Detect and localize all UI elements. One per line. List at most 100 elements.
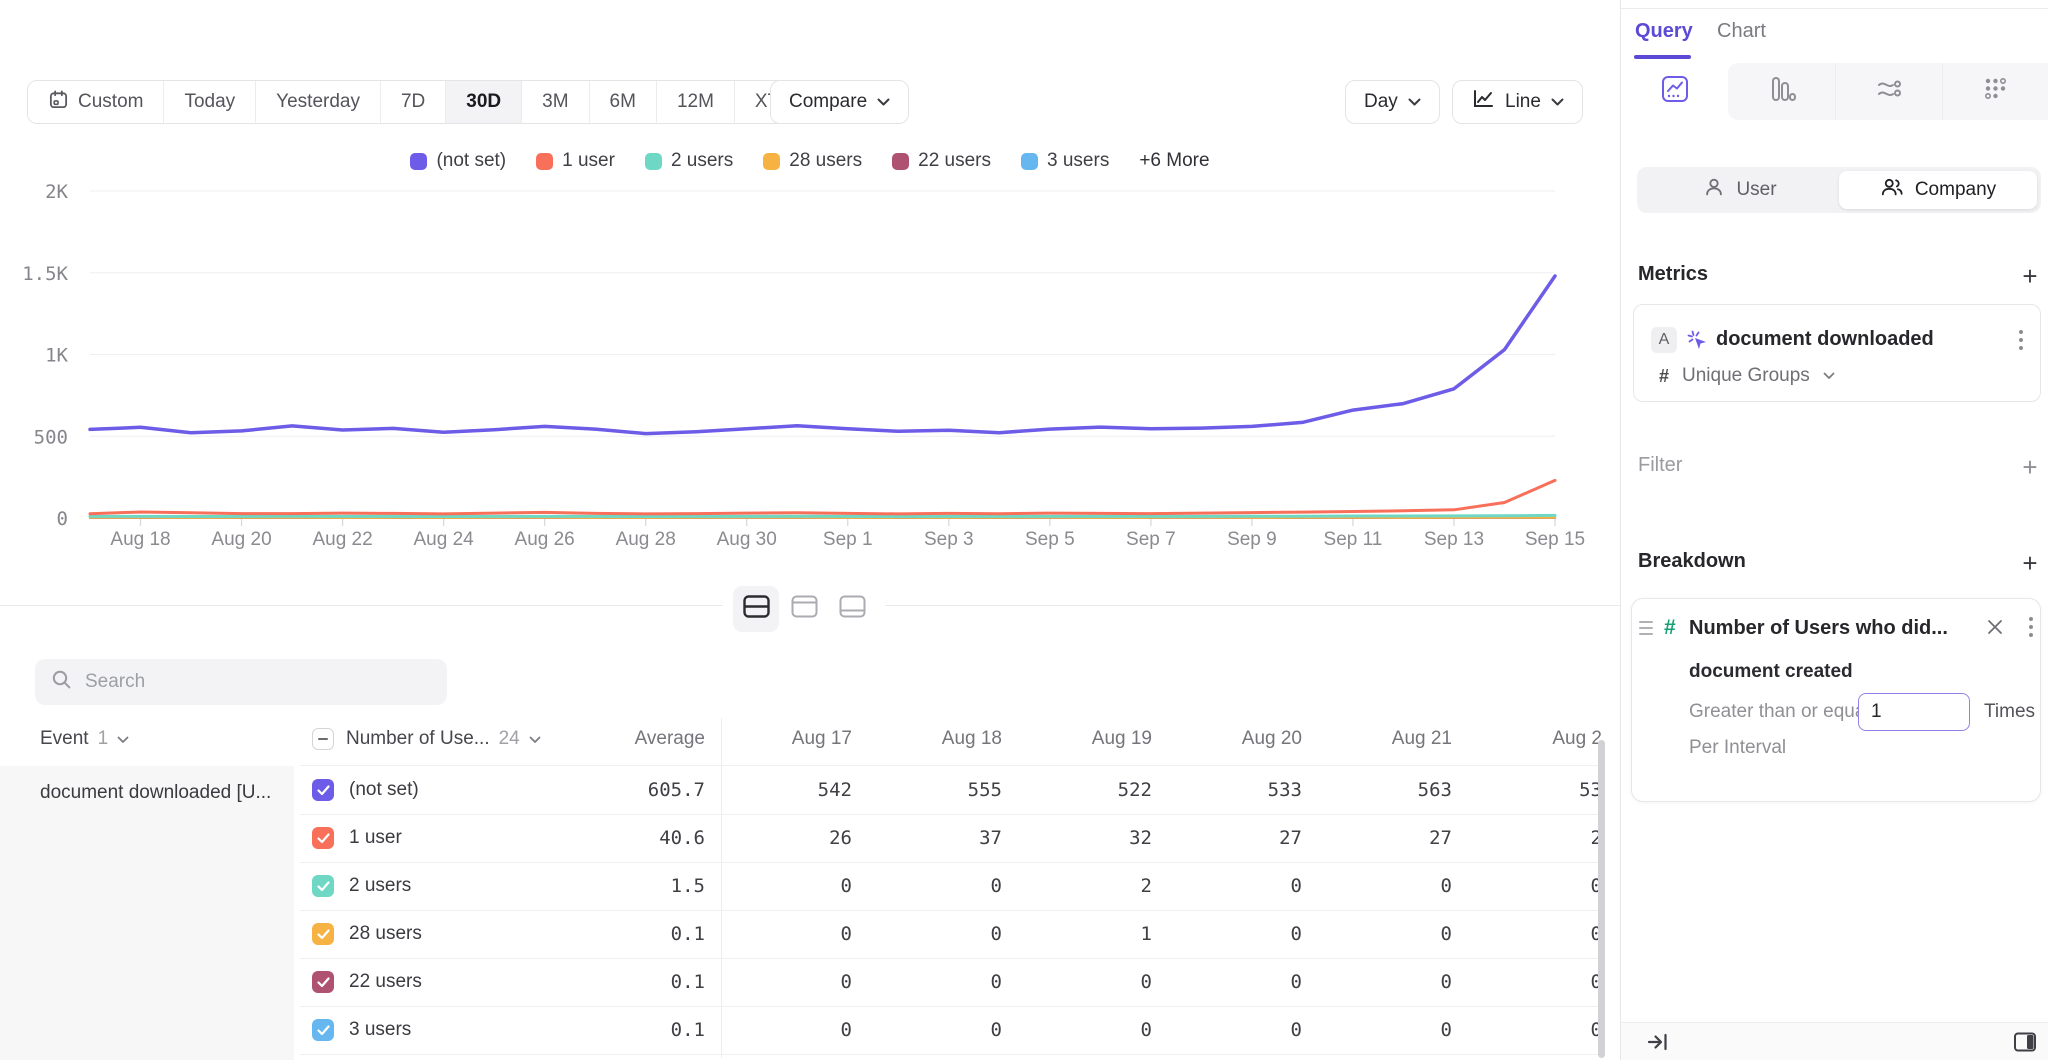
date-range-3m[interactable]: 3M xyxy=(522,81,589,123)
row-checkbox[interactable] xyxy=(312,875,334,897)
date-range-6m[interactable]: 6M xyxy=(590,81,657,123)
date-range-yesterday[interactable]: Yesterday xyxy=(256,81,381,123)
date-range-custom[interactable]: Custom xyxy=(28,81,164,123)
entity-toggle-user[interactable]: User xyxy=(1641,171,1839,209)
compare-button[interactable]: Compare xyxy=(770,80,909,124)
breakdown-value-input[interactable] xyxy=(1858,693,1970,731)
results-table: Event 1 Number of Use... 24 Average Aug … xyxy=(0,714,1620,1060)
legend-item[interactable]: 2 users xyxy=(645,150,733,172)
date-range-label: 30D xyxy=(466,91,501,113)
event-list-item[interactable]: document downloaded [U... xyxy=(0,766,294,804)
row-value: 533 xyxy=(1162,766,1302,814)
chart-type-line-button[interactable] xyxy=(1621,63,1728,120)
event-column-header[interactable]: Event 1 xyxy=(40,714,129,764)
date-range-today[interactable]: Today xyxy=(164,81,256,123)
svg-text:Aug 20: Aug 20 xyxy=(211,529,271,550)
layout-toggle-group xyxy=(723,584,885,634)
panel-layout-icon[interactable] xyxy=(2013,1031,2037,1058)
entity-toggle-company[interactable]: Company xyxy=(1839,171,2037,209)
metric-measure-selector[interactable]: # Unique Groups xyxy=(1659,365,1835,387)
entity-company-label: Company xyxy=(1915,179,1996,201)
date-column-header: Aug 18 xyxy=(862,714,1002,764)
row-checkbox[interactable] xyxy=(312,827,334,849)
legend-item[interactable]: 1 user xyxy=(536,150,615,172)
svg-text:Aug 26: Aug 26 xyxy=(515,529,575,550)
row-checkbox[interactable] xyxy=(312,1019,334,1041)
breakdown-per-interval-label[interactable]: Per Interval xyxy=(1689,737,1786,759)
search-input[interactable] xyxy=(85,671,431,693)
date-range-30d[interactable]: 30D xyxy=(446,81,522,123)
collapse-panel-icon[interactable] xyxy=(1647,1032,1669,1057)
split-view-button[interactable] xyxy=(733,586,779,632)
row-checkbox[interactable] xyxy=(312,779,334,801)
series-line-1 user[interactable] xyxy=(90,480,1555,514)
row-series-label: 1 user xyxy=(349,827,402,849)
metric-letter-badge: A xyxy=(1651,327,1677,353)
row-value: 26 xyxy=(712,814,852,862)
series-line-2 users[interactable] xyxy=(90,515,1555,516)
row-average-value: 40.6 xyxy=(565,814,705,862)
row-checkbox[interactable] xyxy=(312,923,334,945)
table-row[interactable]: 1 user xyxy=(312,814,402,862)
line-chart: 05001K1.5K2KAug 18Aug 20Aug 22Aug 24Aug … xyxy=(0,183,1620,558)
metric-card[interactable]: A document downloaded # Unique Groups xyxy=(1633,304,2041,402)
legend-label: 28 users xyxy=(789,150,862,172)
compare-label: Compare xyxy=(789,91,867,113)
row-checkbox[interactable] xyxy=(312,971,334,993)
top-panel-view-button[interactable] xyxy=(781,586,827,632)
chart-type-flow-button[interactable] xyxy=(1835,63,1942,120)
date-range-12m[interactable]: 12M xyxy=(657,81,735,123)
table-row[interactable]: 28 users xyxy=(312,910,422,958)
event-header-count: 1 xyxy=(98,728,109,750)
legend-label: 2 users xyxy=(671,150,733,172)
metric-options-kebab-icon[interactable] xyxy=(2012,327,2030,353)
legend-item[interactable]: 22 users xyxy=(892,150,991,172)
select-all-checkbox[interactable] xyxy=(312,728,334,750)
svg-text:Sep 9: Sep 9 xyxy=(1227,529,1277,550)
legend-item[interactable]: 3 users xyxy=(1021,150,1109,172)
svg-text:Sep 15: Sep 15 xyxy=(1525,529,1585,550)
add-metric-button[interactable]: + xyxy=(2017,263,2043,289)
granularity-button[interactable]: Day xyxy=(1345,80,1440,124)
add-filter-button[interactable]: + xyxy=(2017,454,2043,480)
group-header-count: 24 xyxy=(499,728,520,750)
table-row[interactable]: 3 users xyxy=(312,1006,411,1054)
row-value: 2 xyxy=(1012,862,1152,910)
tab-chart[interactable]: Chart xyxy=(1717,20,1766,43)
date-range-7d[interactable]: 7D xyxy=(381,81,446,123)
breakdown-property-name[interactable]: Number of Users who did... xyxy=(1689,617,1948,640)
row-value: 0 xyxy=(712,910,852,958)
row-average-value: 0.1 xyxy=(565,910,705,958)
svg-text:0: 0 xyxy=(57,508,68,530)
row-value: 53 xyxy=(1462,766,1602,814)
table-row[interactable]: (not set) xyxy=(312,766,419,814)
chart-type-matrix-button[interactable] xyxy=(1942,63,2048,120)
breakdown-options-kebab-icon[interactable] xyxy=(2022,614,2040,640)
group-column-header[interactable]: Number of Use... 24 xyxy=(312,714,541,764)
breakdown-event-name[interactable]: document created xyxy=(1689,661,1853,683)
chart-type-button[interactable]: Line xyxy=(1452,80,1583,124)
drag-handle-icon[interactable] xyxy=(1639,621,1653,635)
chevron-down-icon xyxy=(1408,91,1421,113)
chevron-down-icon xyxy=(529,728,541,750)
legend-item[interactable]: (not set) xyxy=(410,150,506,172)
legend-label: (not set) xyxy=(436,150,506,172)
chevron-down-icon xyxy=(877,91,890,113)
add-breakdown-button[interactable]: + xyxy=(2017,550,2043,576)
table-row[interactable]: 22 users xyxy=(312,958,422,1006)
split-view-icon xyxy=(743,595,770,623)
chart-type-bar-button[interactable] xyxy=(1728,63,1835,120)
tab-query[interactable]: Query xyxy=(1635,20,1693,43)
svg-text:2K: 2K xyxy=(45,183,68,203)
remove-breakdown-icon[interactable] xyxy=(1982,614,2008,640)
legend-swatch xyxy=(1021,153,1038,170)
legend-item[interactable]: 28 users xyxy=(763,150,862,172)
bottom-panel-view-button[interactable] xyxy=(829,586,875,632)
event-click-icon xyxy=(1686,329,1710,358)
table-scrollbar[interactable] xyxy=(1598,740,1605,1058)
legend-label: 3 users xyxy=(1047,150,1109,172)
legend-more-button[interactable]: +6 More xyxy=(1139,150,1209,172)
table-row[interactable]: 2 users xyxy=(312,862,411,910)
legend-label: 1 user xyxy=(562,150,615,172)
date-column-header: Aug 17 xyxy=(712,714,852,764)
